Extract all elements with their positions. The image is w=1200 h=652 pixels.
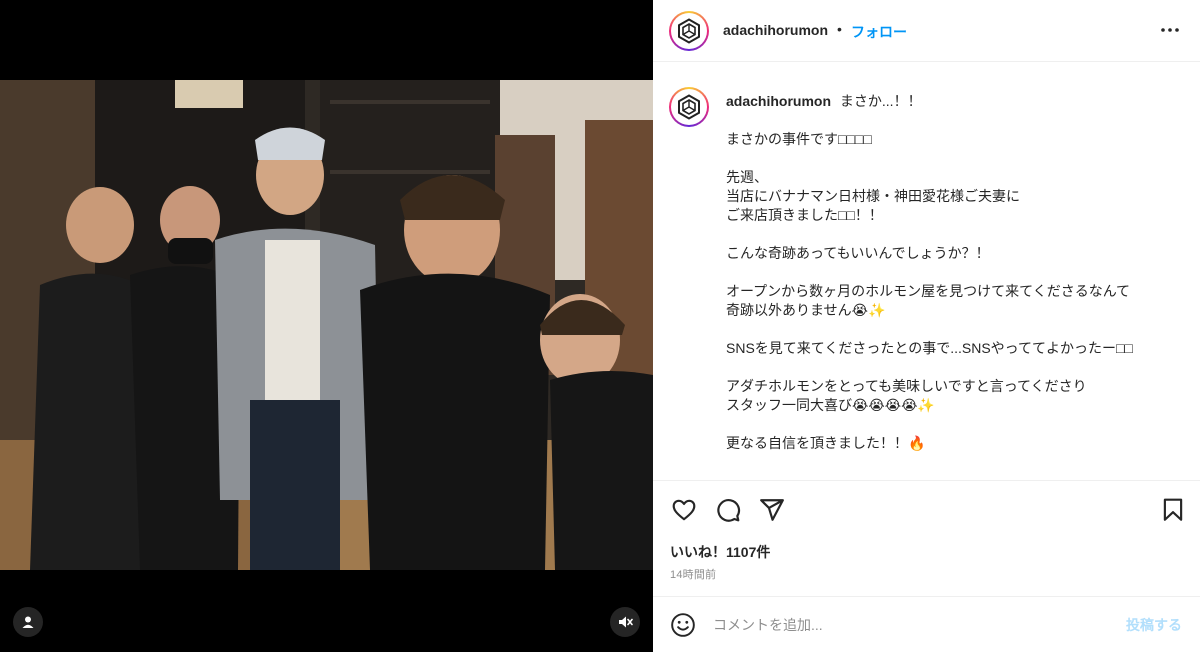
caption-username[interactable]: adachihorumon [726,93,831,109]
action-bar: いいね！1107件 14時間前 投稿する [653,480,1200,652]
avatar[interactable] [669,11,709,51]
caption-line: まさかの事件です□□□□ [726,131,872,147]
bookmark-icon [1163,498,1183,521]
caption-gap [726,111,1186,130]
caption-line: ご来店頂きました□□！！ [726,207,883,223]
paper-plane-icon [760,499,784,521]
heart-icon [672,499,696,521]
emoji-icon [671,613,695,637]
post-timestamp[interactable]: 14時間前 [670,566,716,582]
caption-title: まさか...！！ [839,93,922,109]
caption-avatar[interactable] [669,87,709,127]
caption-line: 更なる自信を頂きました！！🔥 [726,435,926,451]
caption-body: まさかの事件です□□□□ 先週、当店にバナナマン日村様・神田愛花様ご夫妻に ご来店頂… [726,130,1186,453]
comment-icon [717,499,741,522]
more-horizontal-icon [1161,28,1179,32]
caption-line: オープンから数ヶ月のホルモン屋を見つけて来てくださるなんて [726,283,1131,299]
separator-dot: • [837,21,842,37]
media-pane [0,0,653,652]
post-header: adachihorumon • フォロー [653,0,1200,62]
more-options-button[interactable] [1158,18,1182,42]
caption-area: adachihorumon まさか...！！ まさかの事件です□□□□ 先週、当店… [653,63,1200,480]
like-button[interactable] [671,497,697,523]
speaker-muted-icon [619,616,633,628]
caption-first-line: adachihorumon まさか...！！ [726,92,1186,111]
post-info-pane: adachihorumon • フォロー adachihorumon まさか..… [653,0,1200,652]
comment-bar: 投稿する [653,596,1200,652]
caption-line: SNSを見て来てくださったとの事で...SNSやっててよかったー□□ [726,340,1133,356]
caption-line: アダチホルモンをとっても美味しいですと言ってくださり [726,378,1087,394]
photo-illustration [0,80,653,570]
save-button[interactable] [1160,497,1186,523]
caption-line: スタッフ一同大喜び😭😭😭😭✨ [726,397,935,413]
avatar-logo [671,89,707,125]
comment-input[interactable] [713,614,1093,636]
caption-text: adachihorumon まさか...！！ まさかの事件です□□□□ 先週、当店… [726,92,1186,453]
share-button[interactable] [759,497,785,523]
caption-line: 奇跡以外ありません😭✨ [726,302,886,318]
like-count[interactable]: いいね！1107件 [670,542,770,562]
avatar-logo [671,13,707,49]
post-photo[interactable] [0,80,653,570]
caption-line: 当店にバナナマン日村様・神田愛花様ご夫妻に [726,188,1020,204]
hexagon-logo-icon [678,18,700,44]
emoji-button[interactable] [670,612,696,638]
comment-button[interactable] [715,497,741,523]
mute-button[interactable] [610,607,640,637]
caption-line: 先週、 [726,169,768,185]
caption-line: こんな奇跡あってもいいんでしょうか？！ [726,245,990,261]
follow-button[interactable]: フォロー [851,22,907,42]
hexagon-logo-icon [678,94,700,120]
header-username[interactable]: adachihorumon [723,22,828,38]
user-tag-icon [22,616,34,628]
tagged-users-button[interactable] [13,607,43,637]
post-comment-button[interactable]: 投稿する [1126,615,1182,635]
